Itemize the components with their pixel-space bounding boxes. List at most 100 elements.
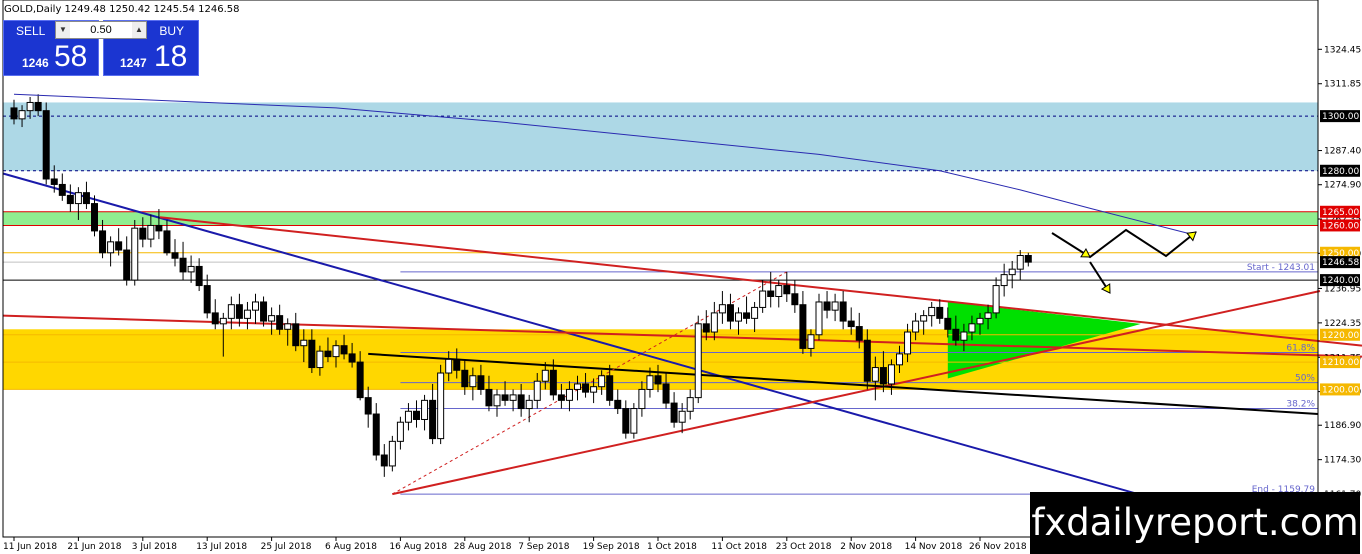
candle-body [726,304,734,322]
candle-body [525,399,533,410]
candle-body [509,394,517,401]
candle-body [396,421,404,442]
candle-body [284,323,292,330]
candle-body [775,285,783,297]
x-tick-label: 25 Jul 2018 [261,542,312,552]
candle-body [718,304,726,314]
candle-body [847,320,855,328]
one-click-trading-panel: SELL 1246 58 BUY 1247 18 ▼ 0.50 ▲ [3,20,199,76]
x-tick-label: 6 Aug 2018 [325,542,377,552]
price-level-lines [3,115,1318,495]
y-tick-label: 1224.35 [1324,319,1361,329]
candle-body [268,315,276,322]
candle-body [453,358,461,371]
candle-body [920,315,928,322]
candle-body [735,312,742,322]
price-label: 1220.00 [1322,331,1359,341]
candle-body [799,304,807,349]
y-tick-label: 1174.30 [1324,456,1361,466]
time-axis: 11 Jun 2018 21 Jun 2018 3 Jul 2018 13 Jul 2… [3,537,1027,552]
candle-body [155,224,163,232]
x-tick-label: 26 Nov 2018 [969,542,1027,552]
fib-label: 61.8% [1286,344,1315,354]
candle-body [590,386,598,393]
candle-body [1016,255,1024,270]
x-tick-label: 3 Jul 2018 [132,542,177,552]
price-label: 1240.00 [1322,276,1359,286]
x-tick-label: 11 Oct 2018 [711,542,767,552]
price-label: 1200.00 [1322,385,1359,395]
candle-body [252,301,259,311]
price-label: 1246.58 [1322,258,1359,268]
quantity-input[interactable]: ▼ 0.50 ▲ [55,21,147,39]
candle-body [300,339,308,347]
fib-label: 38.2% [1286,400,1315,410]
zone-0 [3,102,1318,171]
quantity-down-icon[interactable]: ▼ [56,22,70,38]
candle-body [984,312,992,319]
candle-body [904,331,912,355]
red-support-line [392,290,1321,496]
candle-body [823,301,831,311]
price-label: 1260.00 [1322,221,1359,231]
candle-body [815,301,823,336]
candle-body [863,339,871,382]
candle-body [960,331,968,341]
sell-price-small: 1246 [22,56,49,70]
x-tick-label: 11 Jun 2018 [3,542,57,552]
price-label: 1265.00 [1322,208,1359,218]
candle-body [227,304,235,319]
candle-body [565,388,573,401]
candle-body [759,290,767,308]
candle-body [686,397,694,412]
candle-body [324,350,332,358]
candle-body [670,402,678,423]
candle-body [751,306,759,319]
candle-body [139,227,147,240]
y-tick-label: 1287.40 [1324,147,1361,157]
candle-body [791,293,799,306]
candle-body [702,323,710,333]
buy-price-big: 18 [154,40,188,73]
y-tick-label: 1274.90 [1324,181,1361,191]
candle-body [614,399,622,410]
candle-body [203,285,211,314]
candle-body [171,252,179,259]
candle-body [622,408,630,434]
y-tick-label: 1324.45 [1324,45,1361,55]
candle-body [557,394,565,401]
sell-price-big: 58 [54,40,88,73]
candle-body [429,399,437,440]
candle-body [694,323,702,399]
candle-body [356,361,364,399]
candle-body [123,249,131,281]
projection-arrows [1051,228,1197,294]
candle-body [598,375,606,388]
candle-body [445,358,453,374]
candle-body [928,306,936,317]
candle-body [477,375,485,390]
candle-body [992,285,1000,314]
candle-body [413,410,420,420]
candle-body [879,367,887,385]
candle-body [887,364,895,385]
candle-body [404,410,412,423]
candle-body [678,410,686,423]
y-tick-label: 1186.90 [1324,421,1361,431]
candle-body [871,367,879,382]
candle-body [211,312,219,325]
candle-body [944,317,952,330]
candle-body [896,353,903,366]
candle-body [952,328,960,341]
candle-body [1000,274,1008,287]
candle-body [10,107,18,120]
quantity-up-icon[interactable]: ▲ [132,22,146,38]
candle-body [912,320,920,333]
candle-body [710,312,718,333]
candle-body [187,265,195,273]
candle-body [260,301,268,322]
x-tick-label: 1 Oct 2018 [647,542,697,552]
candle-body [646,375,654,390]
candle-body [549,369,557,396]
candle-body [235,304,243,319]
